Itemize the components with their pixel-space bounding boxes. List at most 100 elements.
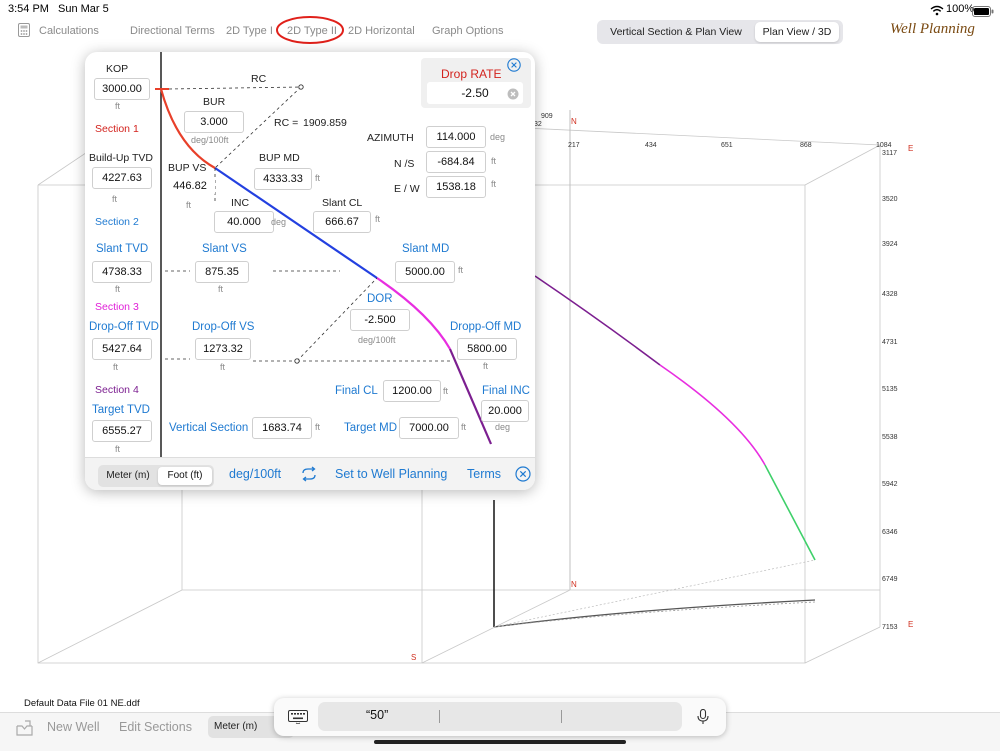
file-name: Default Data File 01 NE.ddf	[24, 698, 140, 709]
ns-unit: ft	[491, 156, 497, 166]
axis-e-label-bottom: E	[908, 620, 914, 629]
slant-md-unit: ft	[458, 265, 464, 275]
drop-rate-label: Drop RATE	[441, 67, 502, 81]
foot-toggle[interactable]: Foot (ft)	[158, 467, 212, 485]
refresh-icon[interactable]	[300, 466, 318, 487]
depth-tick-5: 4731	[882, 339, 898, 346]
slant-tvd-input[interactable]: 4738.33	[92, 261, 152, 283]
panel-footer: Meter (m) Foot (ft) deg/100ft Set to Wel…	[85, 457, 535, 490]
inc-input[interactable]: 40.000	[214, 211, 274, 233]
close-panel-icon[interactable]	[515, 466, 531, 487]
top-tick-2: 434	[645, 142, 657, 149]
depth-tick-4: 4328	[882, 291, 898, 298]
inc-unit: deg	[271, 217, 287, 227]
bup-vs-label: BUP VS	[168, 162, 207, 174]
ew-unit: ft	[491, 179, 497, 189]
bur-unit: deg/100ft	[191, 135, 229, 145]
top-tick-3: 651	[721, 142, 733, 149]
buildup-tvd-unit: ft	[112, 194, 118, 204]
slant-cl-input[interactable]: 666.67	[313, 211, 371, 233]
close-drop-rate-icon[interactable]	[507, 58, 521, 77]
bup-vs-unit: ft	[186, 200, 192, 210]
depth-tick-10: 6749	[882, 576, 898, 583]
keyboard-icon[interactable]	[288, 710, 308, 729]
suggestion-strip: “50”	[318, 702, 682, 731]
top-tick-1: 217	[568, 142, 580, 149]
buildup-tvd-label: Build-Up TVD	[89, 152, 153, 164]
slant-tvd-unit: ft	[115, 284, 121, 294]
dropoff-vs-label: Drop-Off VS	[192, 321, 255, 333]
bur-input[interactable]: 3.000	[184, 111, 244, 133]
azimuth-label: AZIMUTH	[367, 132, 414, 144]
units-label[interactable]: deg/100ft	[229, 467, 281, 481]
final-cl-label: Final CL	[335, 385, 378, 397]
final-inc-unit: deg	[495, 422, 511, 432]
vertical-section-input[interactable]: 1683.74	[252, 417, 312, 439]
azimuth-unit: deg	[490, 132, 506, 142]
ns-input[interactable]: -684.84	[426, 151, 486, 173]
depth-tick-3: 3924	[882, 241, 898, 248]
bup-vs-value[interactable]: 446.82	[165, 176, 215, 196]
microphone-icon[interactable]	[697, 708, 709, 730]
dropoff-vs-input[interactable]: 1273.32	[195, 338, 251, 360]
terms-button[interactable]: Terms	[467, 467, 501, 481]
kop-label: KOP	[106, 63, 129, 75]
dropoff-tvd-label: Drop-Off TVD	[89, 321, 159, 333]
dropoff-tvd-input[interactable]: 5427.64	[92, 338, 152, 360]
new-well-icon[interactable]	[16, 720, 34, 741]
top-tick-5: 1084	[876, 142, 892, 149]
final-cl-unit: ft	[443, 386, 449, 396]
clear-field-icon[interactable]	[507, 87, 519, 105]
target-md-input[interactable]: 7000.00	[399, 417, 459, 439]
depth-tick-1: 3117	[882, 150, 898, 157]
axis-e-label-top: E	[908, 144, 914, 153]
slant-md-input[interactable]: 5000.00	[395, 261, 455, 283]
target-tvd-unit: ft	[115, 444, 121, 454]
bup-md-label: BUP MD	[259, 152, 300, 164]
bup-md-unit: ft	[315, 173, 321, 183]
final-inc-label: Final INC	[482, 385, 530, 397]
profile-diagram	[155, 52, 493, 458]
slant-vs-unit: ft	[218, 284, 224, 294]
partial-tick-1: 909	[541, 113, 553, 120]
well-profile-panel: KOP 3000.00 ft Section 1 RC BUR 3.000 de…	[85, 52, 535, 490]
dropoff-vs-unit: ft	[220, 362, 226, 372]
depth-tick-2: 3520	[882, 196, 898, 203]
dor-input[interactable]: -2.500	[350, 309, 410, 331]
section-1-label: Section 1	[95, 123, 139, 135]
dropoff-md-input[interactable]: 5800.00	[457, 338, 517, 360]
slant-cl-label: Slant CL	[322, 197, 363, 209]
vertical-section-label: Vertical Section	[169, 422, 249, 434]
axis-s-label: S	[411, 653, 417, 662]
bur-label: BUR	[203, 96, 226, 108]
kop-input[interactable]: 3000.00	[94, 78, 150, 100]
new-well-button[interactable]: New Well	[47, 720, 100, 734]
ew-input[interactable]: 1538.18	[426, 176, 486, 198]
axis-n-label-bottom: N	[571, 580, 577, 589]
inc-label: INC	[231, 197, 250, 209]
meter-toggle[interactable]: Meter (m)	[100, 467, 156, 485]
suggestion-divider-1	[439, 710, 440, 723]
target-md-unit: ft	[461, 422, 467, 432]
kop-unit: ft	[115, 101, 121, 111]
rc-value: 1909.859	[303, 117, 347, 129]
top-tick-4: 868	[800, 142, 812, 149]
slant-vs-input[interactable]: 875.35	[195, 261, 249, 283]
section-2-label: Section 2	[95, 216, 139, 228]
final-cl-input[interactable]: 1200.00	[383, 380, 441, 402]
slant-tvd-label: Slant TVD	[96, 243, 149, 255]
target-tvd-input[interactable]: 6555.27	[92, 420, 152, 442]
azimuth-input[interactable]: 114.000	[426, 126, 486, 148]
set-to-well-planning-button[interactable]: Set to Well Planning	[335, 467, 447, 481]
depth-tick-6: 5135	[882, 386, 898, 393]
buildup-tvd-input[interactable]: 4227.63	[92, 167, 152, 189]
bup-md-input[interactable]: 4333.33	[254, 168, 312, 190]
edit-sections-button[interactable]: Edit Sections	[119, 720, 192, 734]
slant-md-label: Slant MD	[402, 243, 450, 255]
axis-n-label-top: N	[571, 117, 577, 126]
depth-tick-7: 5538	[882, 434, 898, 441]
dor-unit: deg/100ft	[358, 335, 396, 345]
suggestion-1[interactable]: “50”	[366, 708, 388, 722]
final-inc-input[interactable]: 20.000	[481, 400, 529, 422]
dor-label: DOR	[367, 293, 393, 305]
